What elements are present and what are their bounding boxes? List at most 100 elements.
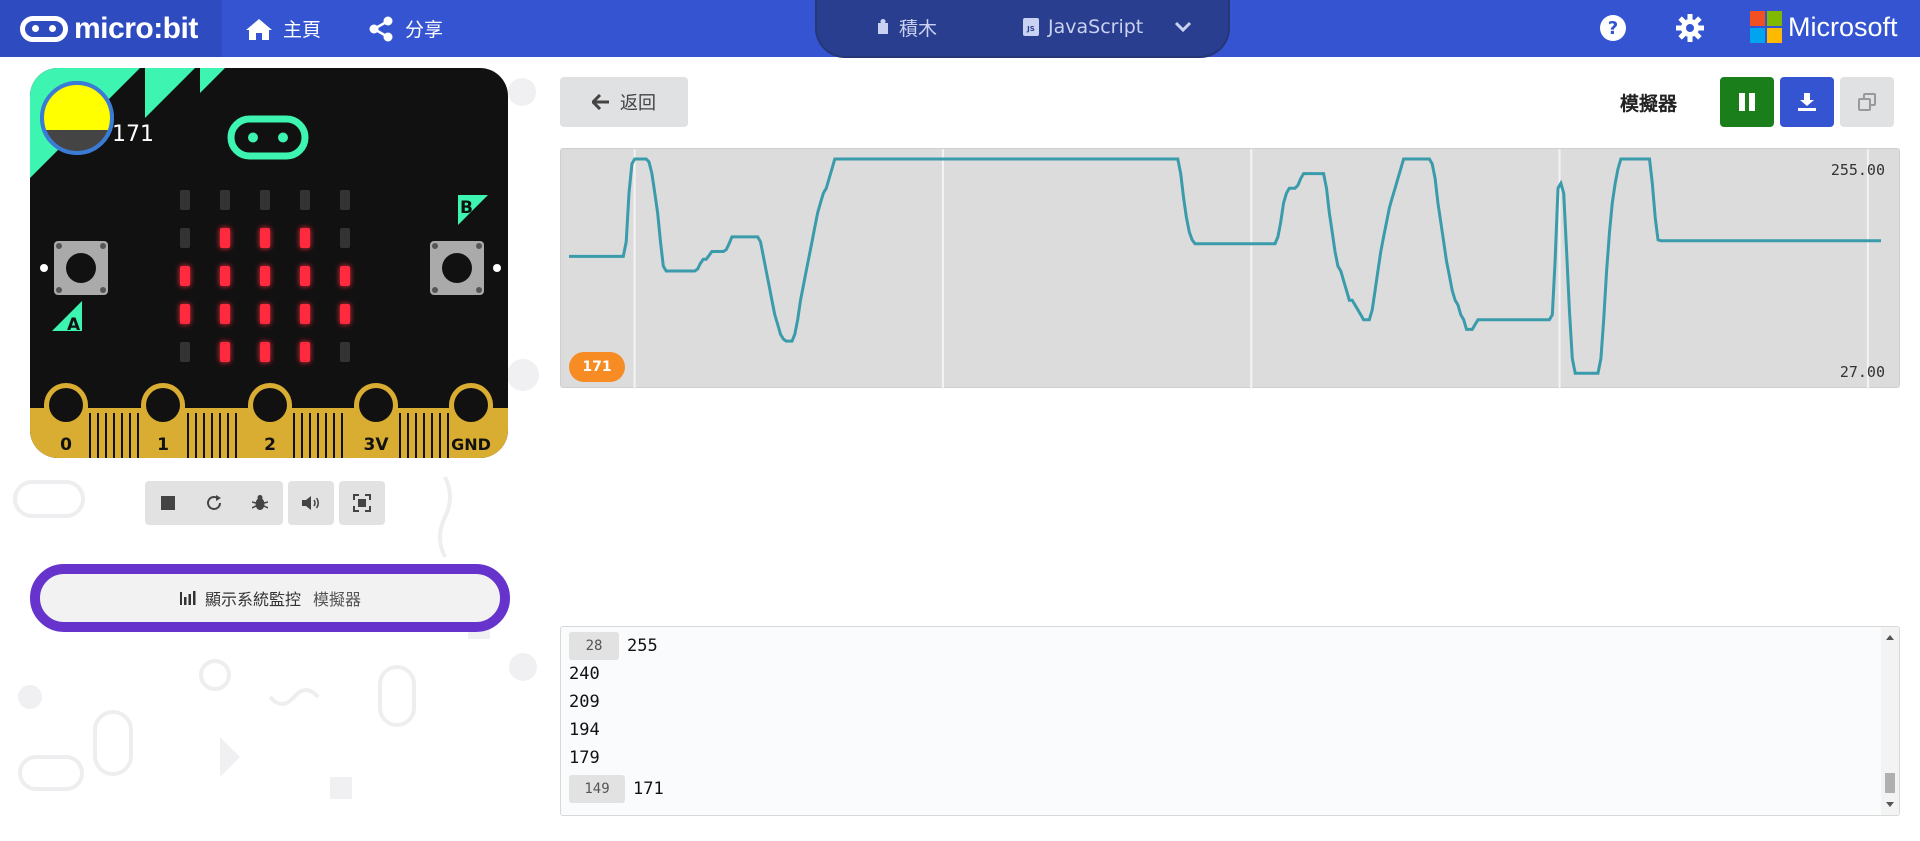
led-0-4 [340,190,350,210]
console-value: 194 [569,720,600,740]
light-level-value: 171 [112,122,154,147]
run-controls [145,481,283,525]
pin-label-gnd: GND [451,435,491,454]
settings-button[interactable] [1674,12,1706,44]
led-1-3 [300,228,310,248]
share-label: 分享 [405,19,444,41]
editor-dropdown[interactable] [1174,0,1200,54]
led-1-1 [220,228,230,248]
led-0-1 [220,190,230,210]
puzzle-icon [878,19,888,34]
editor-toggle: 積木 JS JavaScript [815,0,1230,58]
debug-button[interactable] [237,481,283,525]
led-3-1 [220,304,230,324]
top-bar: micro:bit 主頁 分享 積木 JS JavaScript ? Micro… [0,0,1920,58]
stop-button[interactable] [145,481,191,525]
back-label: 返回 [620,93,656,114]
share-button[interactable]: 分享 [367,0,443,57]
repeat-count: 28 [569,632,619,660]
scroll-up-icon[interactable] [1881,629,1899,645]
javascript-tab[interactable]: JS JavaScript [1022,0,1143,54]
serial-console[interactable]: 28 255 240 209 194 179 149 171 [560,626,1900,816]
led-4-1 [220,342,230,362]
led-1-4 [340,228,350,248]
microbit-logo-icon [20,15,68,42]
back-button[interactable]: 返回 [560,77,688,127]
console-value: 255 [627,636,658,656]
stop-icon [161,496,175,510]
chevron-down-icon [1174,21,1192,33]
home-label: 主頁 [283,19,322,41]
console-value: 171 [633,779,664,799]
console-value: 179 [569,748,600,768]
button-b-label: B [460,198,473,218]
repeat-count: 149 [569,775,625,803]
led-1-0 [180,228,190,248]
simulator-title: 模擬器 [1620,93,1678,115]
sound-control [288,481,334,525]
chart-min-label: 27.00 [1839,363,1885,381]
share-icon [369,16,393,41]
copy-button[interactable] [1840,77,1894,127]
fullscreen-icon [353,494,371,512]
restart-button[interactable] [191,481,237,525]
console-line: 209 [569,688,600,716]
led-1-2 [260,228,270,248]
gear-icon [1676,14,1704,42]
home-icon [246,18,272,40]
bar-chart-icon [179,591,196,605]
svg-text:JS: JS [1026,25,1035,33]
led-2-0 [180,266,190,286]
led-2-4 [340,266,350,286]
light-level-slider[interactable] [40,81,114,155]
microbit-logo[interactable]: micro:bit [0,0,222,57]
blocks-tab[interactable]: 積木 [875,0,937,54]
console-line: 28 255 [569,632,658,660]
console-line: 149 171 [569,775,664,803]
button-a-label: A [67,315,81,335]
console-line: 194 [569,716,600,744]
blocks-label: 積木 [899,17,938,40]
fullscreen-button[interactable] [339,481,385,525]
scroll-down-icon[interactable] [1881,797,1899,813]
microsoft-logo-icon [1750,11,1782,43]
pin-label-1: 1 [157,435,169,455]
brand-name: micro:bit [74,11,198,45]
led-3-4 [340,304,350,324]
chart-max-label: 255.00 [1830,161,1885,179]
js-file-icon: JS [1023,18,1039,36]
microbit-board: 171 A B 0 1 2 3V GND [30,68,508,458]
led-4-2 [260,342,270,362]
console-button-sublabel: 模擬器 [313,590,362,609]
restart-icon [207,495,221,510]
help-button[interactable]: ? [1597,12,1629,44]
svg-text:?: ? [1608,18,1618,39]
button-a[interactable] [54,241,108,295]
led-2-3 [300,266,310,286]
home-button[interactable]: 主頁 [245,0,321,57]
scroll-thumb[interactable] [1885,773,1895,793]
pin-label-2: 2 [264,435,276,455]
microsoft-logo[interactable]: Microsoft [1750,11,1898,43]
console-scrollbar[interactable] [1881,627,1899,815]
console-button-label: 顯示系統監控 [204,590,301,609]
mute-button[interactable] [288,481,334,525]
download-button[interactable] [1780,77,1834,127]
chart-plot [569,149,1881,389]
led-4-3 [300,342,310,362]
chart-current-badge: 171 [569,352,625,382]
chart-series-line [569,157,1881,375]
show-console-button[interactable]: 顯示系統監控 模擬器 [30,564,510,632]
download-icon [1798,93,1816,111]
pause-button[interactable] [1720,77,1774,127]
fullscreen-control [339,481,385,525]
console-line: 179 [569,744,600,772]
copy-icon [1858,93,1876,111]
console-value: 240 [569,664,600,684]
simulator-panel: 171 A B 0 1 2 3V GND 顯示系統監控 模擬器 [0,57,540,841]
debug-icon [252,495,268,510]
chart-grid [633,149,1869,389]
button-b[interactable] [430,241,484,295]
led-4-4 [340,342,350,362]
led-3-3 [300,304,310,324]
